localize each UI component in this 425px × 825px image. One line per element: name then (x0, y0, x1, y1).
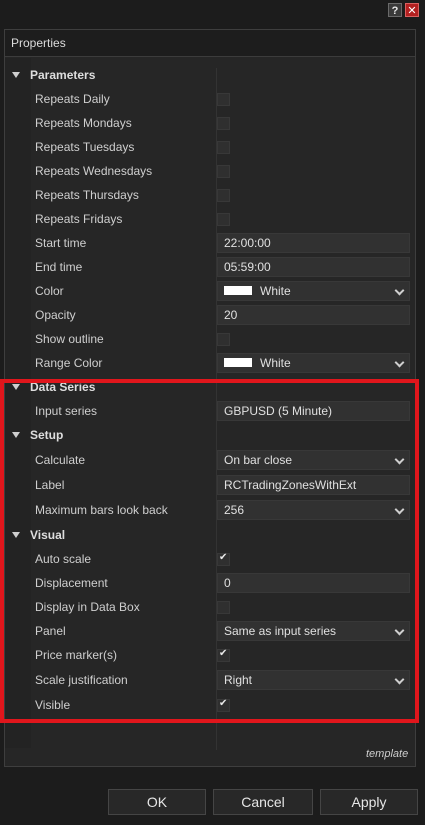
property-label: Maximum bars look back (35, 503, 168, 517)
collapse-arrow-icon[interactable] (12, 72, 20, 78)
property-row-input-series: Input series GBPUSD (5 Minute) (5, 399, 415, 423)
property-label: End time (35, 260, 83, 274)
properties-panel: Properties Parameters Repeats Daily Repe… (4, 29, 416, 767)
close-icon[interactable]: ✕ (405, 3, 419, 17)
property-label: Show outline (35, 332, 104, 346)
category-label: Parameters (30, 68, 96, 82)
color-swatch (224, 358, 252, 368)
property-label: Auto scale (35, 552, 92, 566)
property-row-price-markers: Price marker(s) (5, 643, 415, 667)
property-row-auto-scale: Auto scale (5, 547, 415, 571)
opacity-input[interactable]: 20 (217, 305, 410, 325)
property-row-label: Label RCTradingZonesWithExt (5, 473, 415, 497)
range-color-value: White (260, 356, 291, 370)
property-label: Scale justification (35, 673, 128, 687)
property-row-repeats-tuesdays: Repeats Tuesdays (5, 135, 415, 159)
property-label: Price marker(s) (35, 648, 118, 662)
category-label: Visual (30, 528, 66, 542)
property-row-display-in-data-box: Display in Data Box (5, 595, 415, 619)
start-time-input[interactable]: 22:00:00 (217, 233, 410, 253)
property-label: Repeats Thursdays (35, 188, 139, 202)
repeats-thursdays-checkbox[interactable] (217, 189, 230, 202)
property-label: Label (35, 478, 65, 492)
input-series-field[interactable]: GBPUSD (5 Minute) (217, 401, 410, 421)
property-row-calculate: Calculate On bar close (5, 448, 415, 472)
color-dropdown[interactable]: White (217, 281, 410, 301)
category-visual[interactable]: Visual (5, 525, 415, 545)
category-setup[interactable]: Setup (5, 425, 415, 445)
scale-justification-dropdown[interactable]: Right (217, 670, 410, 690)
collapse-arrow-icon[interactable] (12, 384, 20, 390)
property-label: Repeats Mondays (35, 116, 132, 130)
property-row-maximum-bars-look-back: Maximum bars look back 256 (5, 498, 415, 522)
property-label: Display in Data Box (35, 600, 140, 614)
template-link[interactable]: template (366, 748, 408, 760)
property-label: Visible (35, 698, 71, 712)
property-row-opacity: Opacity 20 (5, 303, 415, 327)
property-label: Opacity (35, 308, 76, 322)
property-label: Color (35, 284, 64, 298)
show-outline-checkbox[interactable] (217, 333, 230, 346)
repeats-mondays-checkbox[interactable] (217, 117, 230, 130)
repeats-wednesdays-checkbox[interactable] (217, 165, 230, 178)
repeats-daily-checkbox[interactable] (217, 93, 230, 106)
maximum-bars-look-back-dropdown[interactable]: 256 (217, 500, 410, 520)
property-row-repeats-daily: Repeats Daily (5, 87, 415, 111)
property-row-visible: Visible (5, 693, 415, 717)
color-swatch (224, 286, 252, 296)
visible-checkbox[interactable] (217, 698, 230, 712)
color-value: White (260, 284, 291, 298)
end-time-input[interactable]: 05:59:00 (217, 257, 410, 277)
property-row-repeats-wednesdays: Repeats Wednesdays (5, 159, 415, 183)
property-label: Panel (35, 624, 66, 638)
collapse-arrow-icon[interactable] (12, 532, 20, 538)
property-row-repeats-mondays: Repeats Mondays (5, 111, 415, 135)
window-titlebar: ? ✕ (0, 0, 425, 22)
range-color-dropdown[interactable]: White (217, 353, 410, 373)
property-label: Repeats Wednesdays (35, 164, 153, 178)
property-label: Start time (35, 236, 87, 250)
panel-title: Properties (5, 30, 415, 57)
property-label: Calculate (35, 453, 86, 467)
displacement-input[interactable]: 0 (217, 573, 410, 593)
category-data-series[interactable]: Data Series (5, 377, 415, 397)
property-label: Repeats Fridays (35, 212, 123, 226)
price-markers-checkbox[interactable] (217, 648, 230, 662)
property-row-color: Color White (5, 279, 415, 303)
property-label: Repeats Tuesdays (35, 140, 135, 154)
property-row-start-time: Start time 22:00:00 (5, 231, 415, 255)
property-row-end-time: End time 05:59:00 (5, 255, 415, 279)
cancel-button[interactable]: Cancel (213, 789, 313, 815)
property-row-repeats-fridays: Repeats Fridays (5, 207, 415, 231)
property-label: Displacement (35, 576, 108, 590)
property-row-range-color: Range Color White (5, 351, 415, 375)
property-label: Repeats Daily (35, 92, 110, 106)
help-icon[interactable]: ? (388, 3, 402, 17)
category-label: Data Series (30, 380, 96, 394)
property-row-show-outline: Show outline (5, 327, 415, 351)
property-label: Input series (35, 404, 98, 418)
category-label: Setup (30, 428, 64, 442)
repeats-fridays-checkbox[interactable] (217, 213, 230, 226)
property-label: Range Color (35, 356, 103, 370)
ok-button[interactable]: OK (108, 789, 206, 815)
auto-scale-checkbox[interactable] (217, 552, 230, 566)
property-row-panel: Panel Same as input series (5, 619, 415, 643)
calculate-dropdown[interactable]: On bar close (217, 450, 410, 470)
property-row-displacement: Displacement 0 (5, 571, 415, 595)
panel-dropdown[interactable]: Same as input series (217, 621, 410, 641)
category-parameters[interactable]: Parameters (5, 65, 415, 85)
display-in-data-box-checkbox[interactable] (217, 601, 230, 614)
repeats-tuesdays-checkbox[interactable] (217, 141, 230, 154)
collapse-arrow-icon[interactable] (12, 432, 20, 438)
apply-button[interactable]: Apply (320, 789, 418, 815)
property-row-repeats-thursdays: Repeats Thursdays (5, 183, 415, 207)
property-row-scale-justification: Scale justification Right (5, 668, 415, 692)
label-input[interactable]: RCTradingZonesWithExt (217, 475, 410, 495)
